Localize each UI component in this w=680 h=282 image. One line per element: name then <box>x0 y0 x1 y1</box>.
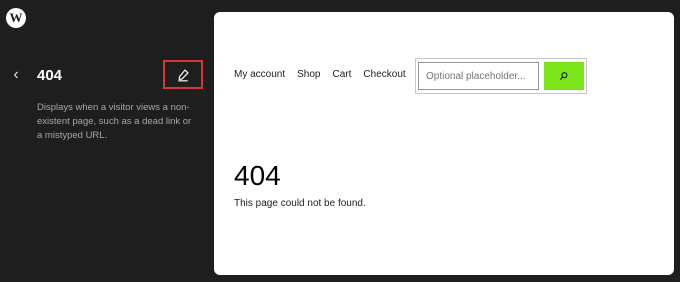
search-block <box>415 58 587 94</box>
navigation-menu: My account Shop Cart Checkout <box>234 69 406 80</box>
template-description: Displays when a visitor views a non-exis… <box>37 102 192 141</box>
page-heading: 404 <box>234 160 281 191</box>
search-button[interactable] <box>544 62 584 90</box>
pencil-icon <box>178 68 189 81</box>
chevron-left-icon: ‹ <box>13 66 19 83</box>
preview-canvas: My account Shop Cart Checkout 404 This p… <box>214 12 674 275</box>
back-button[interactable]: ‹ <box>8 66 24 84</box>
edit-button[interactable] <box>163 60 203 89</box>
template-title: 404 <box>37 67 63 84</box>
nav-item-cart[interactable]: Cart <box>333 69 352 80</box>
search-input[interactable] <box>418 62 539 90</box>
wordpress-logo-icon[interactable]: W <box>6 8 26 28</box>
not-found-message: This page could not be found. <box>234 198 366 209</box>
nav-item-shop[interactable]: Shop <box>297 69 320 80</box>
nav-item-my-account[interactable]: My account <box>234 69 285 80</box>
nav-item-checkout[interactable]: Checkout <box>363 69 405 80</box>
search-icon <box>560 72 568 80</box>
